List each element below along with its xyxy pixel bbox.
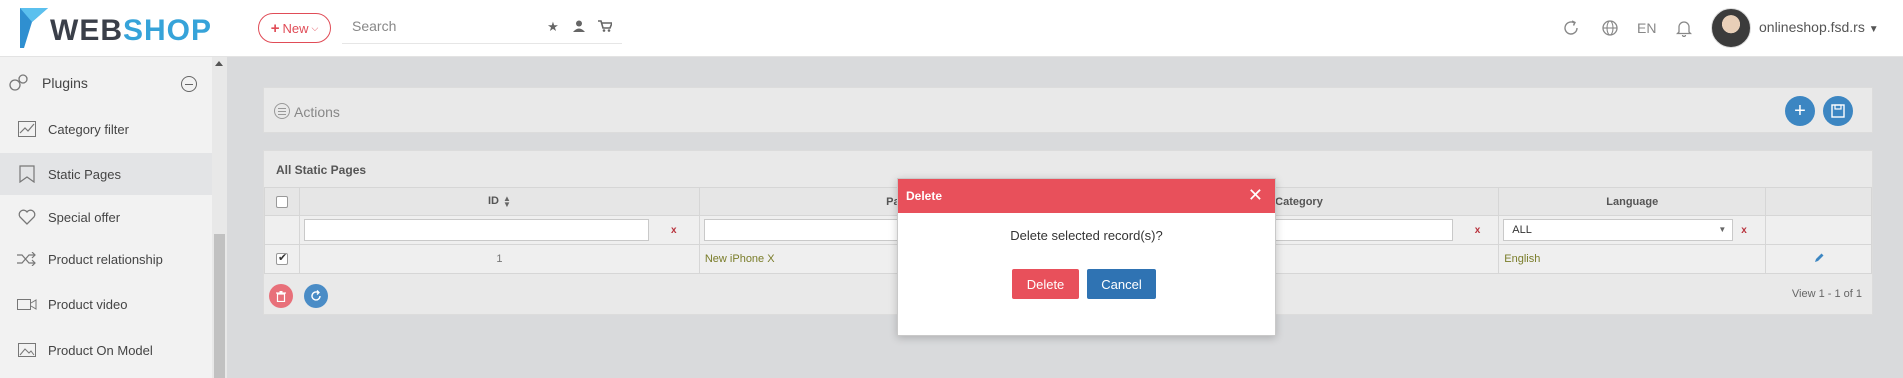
refresh-icon	[311, 290, 321, 301]
delete-dialog: Delete ✕ Delete selected record(s)? Dele…	[897, 178, 1276, 336]
sidebar-item-label: Category filter	[48, 121, 129, 137]
video-icon	[16, 295, 38, 313]
star-icon[interactable]: ★	[546, 20, 560, 34]
sidebar-item-label: Special offer	[48, 209, 121, 225]
sidebar-item-label: Static Pages	[48, 166, 121, 182]
logo-text: WEBSHOP	[50, 14, 213, 47]
logo-flag-icon	[20, 8, 48, 48]
close-icon[interactable]: ✕	[1248, 185, 1263, 206]
id-filter-cell: x	[298, 215, 700, 245]
user-icon[interactable]	[572, 20, 586, 34]
clear-language-filter[interactable]: x	[1741, 225, 1747, 236]
dialog-title: Delete	[906, 189, 943, 203]
column-header-actions	[1765, 187, 1872, 216]
shuffle-icon	[16, 250, 38, 268]
user-menu[interactable]: onlineshop.fsd.rs ▼	[1759, 19, 1879, 35]
select-all-checkbox[interactable]	[275, 195, 288, 208]
column-header-language[interactable]: Language	[1498, 187, 1767, 216]
pager-info: View 1 - 1 of 1	[1791, 288, 1862, 300]
sidebar-item-static-pages[interactable]: Static Pages	[0, 153, 212, 195]
new-button[interactable]: + New ⌵	[258, 13, 331, 43]
sidebar: Plugins Category filter Static Pages Spe…	[0, 57, 212, 378]
sidebar-item-label: Product video	[48, 296, 128, 312]
column-header-id[interactable]: ID ▲ ▼	[298, 187, 700, 216]
trash-icon	[276, 290, 286, 302]
globe-icon[interactable]	[1601, 14, 1619, 42]
webshop-logo[interactable]: WEBSHOP	[20, 8, 211, 48]
add-button[interactable]: +	[1785, 96, 1815, 126]
clear-category-filter[interactable]: x	[1475, 225, 1481, 236]
row-language: English	[1498, 244, 1767, 274]
language-filter-select[interactable]: ALL ▼	[1503, 219, 1734, 241]
cancel-button[interactable]: Cancel	[1087, 269, 1156, 299]
chart-icon	[16, 120, 38, 138]
dropdown-arrow-icon: ▼	[1718, 225, 1727, 234]
bell-icon[interactable]	[1676, 14, 1692, 42]
sidebar-item-product-on-model[interactable]: Product On Model	[0, 329, 212, 371]
save-icon	[1831, 104, 1845, 118]
cart-icon[interactable]	[598, 20, 614, 34]
bookmark-page-icon	[16, 165, 38, 183]
avatar[interactable]	[1711, 8, 1751, 48]
language-selector[interactable]: EN	[1637, 14, 1656, 42]
category-filter-input[interactable]	[1252, 219, 1453, 241]
sort-icon[interactable]: ▲ ▼	[503, 194, 511, 208]
delete-button[interactable]	[269, 284, 293, 308]
actions-panel: Actions +	[263, 87, 1873, 133]
select-all-cell	[264, 187, 300, 216]
confirm-delete-button[interactable]: Delete	[1012, 269, 1079, 299]
save-button[interactable]	[1823, 96, 1853, 126]
id-filter-input[interactable]	[303, 219, 649, 241]
sidebar-item-label: Product relationship	[48, 251, 163, 267]
sidebar-item-label: Product On Model	[48, 342, 153, 358]
new-button-label: New	[282, 20, 309, 36]
sidebar-item-product-video[interactable]: Product video	[0, 283, 212, 325]
actions-label: Actions	[294, 104, 340, 120]
dialog-message: Delete selected record(s)?	[1010, 228, 1163, 243]
refresh-grid-button[interactable]	[304, 284, 328, 308]
dialog-header: Delete ✕	[898, 179, 1275, 213]
plugins-icon	[8, 73, 30, 93]
refresh-icon[interactable]	[1562, 14, 1580, 42]
sidebar-item-product-relationship[interactable]: Product relationship	[0, 238, 212, 280]
image-icon	[16, 341, 38, 359]
scrollbar-thumb[interactable]	[214, 234, 225, 378]
edit-icon[interactable]	[1765, 244, 1872, 274]
clear-id-filter[interactable]: x	[671, 225, 677, 236]
list-icon	[274, 103, 290, 119]
row-select-cell	[264, 244, 300, 274]
scroll-up-arrow-icon[interactable]	[215, 61, 223, 66]
sidebar-item-special-offer[interactable]: Special offer	[0, 196, 212, 238]
grid-title: All Static Pages	[276, 163, 367, 177]
language-filter-cell: ALL ▼ x	[1498, 215, 1767, 245]
row-checkbox[interactable]	[275, 251, 288, 266]
top-header: WEBSHOP + New ⌵ ★ EN onlineshop.fsd.rs ▼	[0, 0, 1903, 57]
sidebar-section-plugins[interactable]: Plugins	[0, 63, 212, 103]
chevron-down-icon: ⌵	[311, 22, 319, 33]
plugins-label: Plugins	[42, 75, 88, 91]
row-id: 1	[298, 244, 700, 274]
heart-icon	[16, 208, 38, 226]
search-input[interactable]	[352, 18, 542, 34]
sidebar-scrollbar[interactable]	[212, 57, 227, 378]
collapse-icon[interactable]	[181, 76, 197, 92]
sidebar-item-category-filter[interactable]: Category filter	[0, 108, 212, 150]
search-bar: ★	[342, 10, 622, 44]
plus-icon: +	[270, 19, 280, 37]
